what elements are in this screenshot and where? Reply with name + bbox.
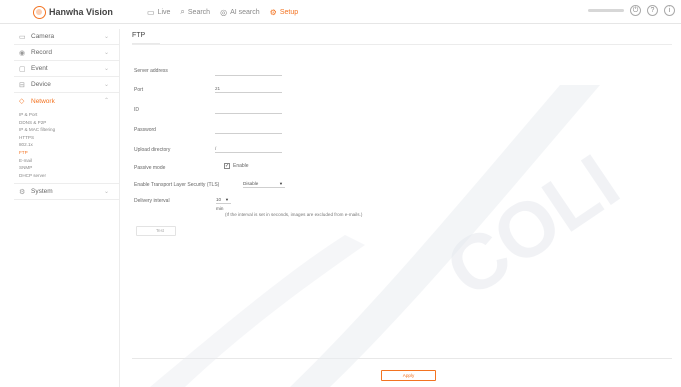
sidebar-item-device[interactable]: ⊟ Device ⌄ [14,77,119,93]
sidebar-item-system[interactable]: ⚙ System ⌄ [14,184,119,201]
main-content: FTP Server address Port 21 ID Password U… [124,24,681,387]
sidebar-item-label: Record [31,49,52,56]
submenu-email[interactable]: E-mail [19,157,119,165]
id-label: ID [134,107,139,113]
sidebar: ▭ Camera ⌄ ◉ Record ⌄ ▢ Event ⌄ ⊟ Device… [14,29,120,387]
sidebar-item-label: Network [31,97,55,105]
device-icon: ⊟ [19,81,25,89]
sidebar-item-event[interactable]: ▢ Event ⌄ [14,61,119,77]
submenu-ftp[interactable]: FTP [19,149,119,157]
page-title: FTP [132,32,146,39]
upload-directory-label: Upload directory [134,147,171,153]
chevron-up-icon: ⌃ [103,98,109,104]
network-submenu: IP & Port DDNS & P2P IP & MAC filtering … [14,109,119,185]
delivery-interval-select[interactable]: 10 min ▼ [216,195,231,211]
sidebar-item-network[interactable]: ◇ Network ⌃ [14,93,119,109]
server-address-input[interactable] [215,68,282,76]
passive-mode-checkbox[interactable]: ✓ [224,163,230,169]
chevron-down-icon: ⌄ [103,34,109,40]
divider [132,358,672,359]
gear-icon: ⚙ [269,7,277,17]
monitor-icon: ▭ [147,7,155,17]
password-input[interactable] [215,126,282,134]
chevron-down-icon: ⌄ [103,189,109,196]
port-label: Port [134,87,144,93]
chevron-down-icon: ⌄ [103,82,109,88]
caret-down-icon: ▼ [225,197,229,202]
sidebar-item-camera[interactable]: ▭ Camera ⌄ [14,29,119,45]
top-bar: Hanwha Vision ▭ Live ⌕ Search ◎ AI searc… [0,0,681,24]
user-name-placeholder [588,9,624,12]
delivery-note: (If the interval is set in seconds, imag… [225,212,363,217]
ai-search-icon: ◎ [220,7,228,17]
nav-live-label: Live [157,8,171,16]
server-address-label: Server address [134,68,168,74]
top-right-controls: ⏻ ? i [588,5,675,16]
sidebar-item-label: Device [31,81,51,88]
logout-icon[interactable]: ⏻ [630,5,641,16]
submenu-8021x[interactable]: 802.1x [19,141,119,149]
sidebar-item-record[interactable]: ◉ Record ⌄ [14,45,119,61]
submenu-ip-mac-filtering[interactable]: IP & MAC filtering [19,126,119,134]
apply-button[interactable]: Apply [381,370,436,381]
passive-mode-checkbox-group: ✓ Enable [224,163,249,169]
chevron-down-icon: ⌄ [103,50,109,56]
id-input[interactable] [215,106,282,114]
test-button[interactable]: Test [136,226,176,236]
record-icon: ◉ [19,49,26,57]
camera-icon: ▭ [19,33,26,41]
upload-directory-input[interactable]: / [215,145,282,153]
tls-select[interactable]: Disable ▼ [243,179,285,188]
nav-live[interactable]: ▭ Live [147,8,170,17]
password-label: Password [134,127,156,133]
sidebar-item-label: Event [31,65,48,72]
tls-select-value: Disable [243,181,259,186]
passive-mode-label: Passive mode [134,165,166,171]
info-icon[interactable]: i [664,5,675,16]
top-nav: ▭ Live ⌕ Search ◎ AI search ⚙ Setup [147,5,298,19]
submenu-ddns-p2p[interactable]: DDNS & P2P [19,119,119,127]
search-icon: ⌕ [180,7,185,16]
tls-label: Enable Transport Layer Security (TLS) [134,182,220,188]
delivery-interval-value: 10 min [216,197,224,211]
submenu-dhcp-server[interactable]: DHCP server [19,172,119,180]
network-icon: ◇ [19,98,25,105]
submenu-ip-port[interactable]: IP & Port [19,111,119,119]
chevron-down-icon: ⌄ [103,66,109,72]
nav-ai-search-label: AI search [230,8,260,16]
hanwha-logo-icon [33,5,46,19]
logo[interactable]: Hanwha Vision [33,4,113,20]
help-icon[interactable]: ? [647,5,658,16]
nav-search[interactable]: ⌕ Search [180,7,210,17]
sidebar-item-label: Camera [31,33,55,40]
event-icon: ▢ [19,65,26,73]
nav-setup-label: Setup [279,8,299,16]
logo-text: Hanwha Vision [49,7,113,17]
system-icon: ⚙ [19,188,26,196]
passive-mode-checkbox-label: Enable [233,163,249,169]
submenu-https[interactable]: HTTPS [19,134,119,142]
port-input[interactable]: 21 [215,85,282,93]
delivery-interval-label: Delivery interval [134,198,170,204]
nav-setup[interactable]: ⚙ Setup [270,8,298,17]
nav-ai-search[interactable]: ◎ AI search [220,8,260,17]
divider [132,44,672,45]
sidebar-item-label: System [31,188,53,196]
nav-search-label: Search [187,8,211,16]
submenu-snmp[interactable]: SNMP [19,164,119,172]
caret-down-icon: ▼ [279,181,283,186]
